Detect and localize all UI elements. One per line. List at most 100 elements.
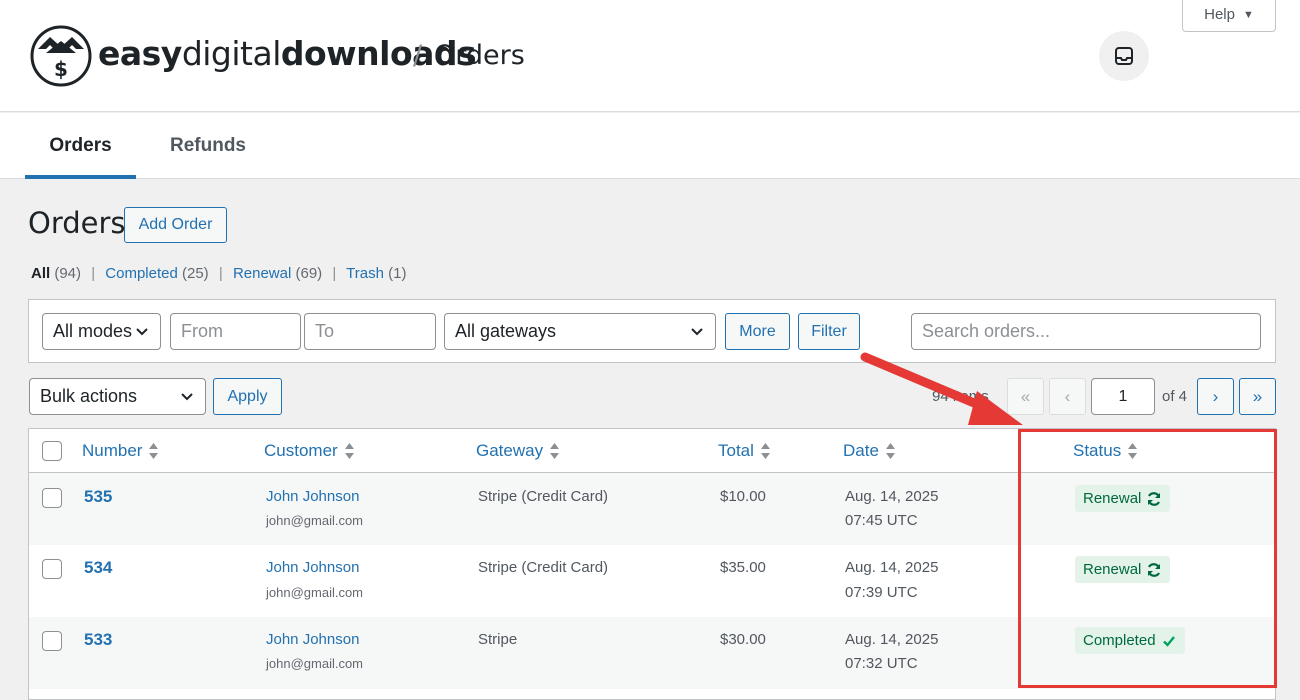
customer-email: john@gmail.com: [266, 513, 364, 528]
view-renewal-count: (69): [295, 265, 323, 282]
chevron-down-icon: [181, 393, 193, 401]
page-title: Orders: [28, 206, 126, 240]
filter-button[interactable]: Filter: [798, 313, 860, 350]
renewal-icon: [1148, 491, 1161, 506]
filter-bar: All modes From To All gateways More Filt…: [28, 299, 1276, 363]
row-checkbox[interactable]: [42, 488, 62, 508]
column-status[interactable]: Status: [1073, 441, 1138, 461]
order-number-link[interactable]: 534: [84, 558, 112, 578]
last-page-button[interactable]: »: [1239, 378, 1276, 415]
column-total-label: Total: [718, 441, 754, 460]
row-checkbox[interactable]: [42, 559, 62, 579]
total-value: $30.00: [720, 631, 766, 648]
customer-email: john@gmail.com: [266, 656, 364, 671]
view-filters: All (94) | Completed (25) | Renewal (69)…: [31, 265, 406, 282]
next-page-button[interactable]: ›: [1197, 378, 1234, 415]
customer-link[interactable]: John Johnson: [266, 559, 359, 576]
total-pages: of 4: [1162, 388, 1188, 405]
column-date[interactable]: Date: [843, 441, 896, 461]
customer-link[interactable]: John Johnson: [266, 488, 359, 505]
customer-link[interactable]: John Johnson: [266, 631, 359, 648]
gateways-select-value: All gateways: [455, 321, 557, 341]
search-orders-input[interactable]: Search orders...: [911, 313, 1261, 350]
gateway-value: Stripe: [478, 631, 518, 648]
sort-icon: [550, 443, 560, 459]
from-date-input[interactable]: From: [170, 313, 301, 350]
gateway-value: Stripe (Credit Card): [478, 488, 609, 505]
bulk-actions-select[interactable]: Bulk actions: [29, 378, 206, 415]
column-number[interactable]: Number: [82, 441, 159, 461]
help-label: Help: [1204, 6, 1235, 23]
modes-select[interactable]: All modes: [42, 313, 161, 350]
to-date-input[interactable]: To: [304, 313, 436, 350]
prev-page-button: ‹: [1049, 378, 1086, 415]
first-page-button: «: [1007, 378, 1044, 415]
sort-icon: [885, 443, 895, 459]
view-separator: |: [91, 265, 96, 282]
row-checkbox[interactable]: [42, 631, 62, 651]
chevron-down-icon: [136, 328, 148, 336]
table-header: Number Customer Gateway Total Date Statu…: [29, 429, 1275, 473]
breadcrumb-page: Orders: [434, 40, 525, 71]
sort-icon: [760, 443, 770, 459]
inbox-icon: [1115, 47, 1133, 65]
column-status-label: Status: [1073, 441, 1122, 460]
status-badge: Renewal: [1075, 485, 1171, 512]
tab-bar: Orders Refunds: [0, 113, 1300, 179]
column-total[interactable]: Total: [718, 441, 771, 461]
bulk-actions-value: Bulk actions: [40, 386, 138, 406]
status-label: Renewal: [1083, 490, 1142, 507]
breadcrumb-separator: /: [413, 40, 423, 71]
view-completed[interactable]: Completed: [105, 265, 178, 282]
time-value: 07:45 UTC: [845, 512, 918, 529]
check-icon: [1162, 635, 1175, 647]
tab-orders[interactable]: Orders: [25, 113, 136, 179]
more-button[interactable]: More: [725, 313, 790, 350]
status-badge: Completed: [1075, 627, 1185, 654]
table-row: 534 John Johnson john@gmail.com Stripe (…: [29, 545, 1275, 617]
column-customer[interactable]: Customer: [264, 441, 355, 461]
view-separator: |: [218, 265, 223, 282]
column-number-label: Number: [82, 441, 143, 460]
column-date-label: Date: [843, 441, 879, 460]
status-label: Renewal: [1083, 561, 1142, 578]
add-order-button[interactable]: Add Order: [124, 207, 227, 243]
help-button[interactable]: Help ▼: [1182, 0, 1276, 32]
sort-icon: [1128, 443, 1138, 459]
date-value: Aug. 14, 2025: [845, 488, 939, 505]
inbox-button[interactable]: [1099, 31, 1149, 81]
gateway-value: Stripe (Credit Card): [478, 559, 609, 576]
items-count: 94 items: [932, 388, 989, 405]
view-trash[interactable]: Trash: [346, 265, 384, 282]
status-badge: Renewal: [1075, 556, 1171, 583]
time-value: 07:32 UTC: [845, 655, 918, 672]
view-separator: |: [332, 265, 337, 282]
sort-icon: [149, 443, 159, 459]
gateways-select[interactable]: All gateways: [444, 313, 716, 350]
time-value: 07:39 UTC: [845, 584, 918, 601]
view-renewal[interactable]: Renewal: [233, 265, 291, 282]
status-label: Completed: [1083, 632, 1156, 649]
caret-down-icon: ▼: [1242, 8, 1254, 21]
column-customer-label: Customer: [264, 441, 338, 460]
order-number-link[interactable]: 533: [84, 630, 112, 650]
view-completed-count: (25): [182, 265, 209, 282]
svg-text:$: $: [54, 57, 68, 81]
date-value: Aug. 14, 2025: [845, 559, 939, 576]
modes-select-value: All modes: [53, 321, 133, 341]
view-all[interactable]: All: [31, 265, 50, 282]
apply-button[interactable]: Apply: [213, 378, 282, 415]
total-value: $10.00: [720, 488, 766, 505]
customer-email: john@gmail.com: [266, 585, 364, 600]
sort-icon: [344, 443, 354, 459]
order-number-link[interactable]: 535: [84, 487, 112, 507]
select-all-checkbox[interactable]: [42, 441, 62, 461]
tab-refunds[interactable]: Refunds: [155, 113, 261, 179]
edd-logo-icon[interactable]: $: [30, 25, 92, 87]
column-gateway[interactable]: Gateway: [476, 441, 560, 461]
view-all-count: (94): [54, 265, 82, 282]
table-row: 533 John Johnson john@gmail.com Stripe $…: [29, 617, 1275, 689]
view-trash-count: (1): [388, 265, 407, 282]
current-page-input[interactable]: 1: [1091, 378, 1155, 415]
top-bar: $ easydigitaldownloads / Orders Help ▼: [0, 0, 1300, 112]
